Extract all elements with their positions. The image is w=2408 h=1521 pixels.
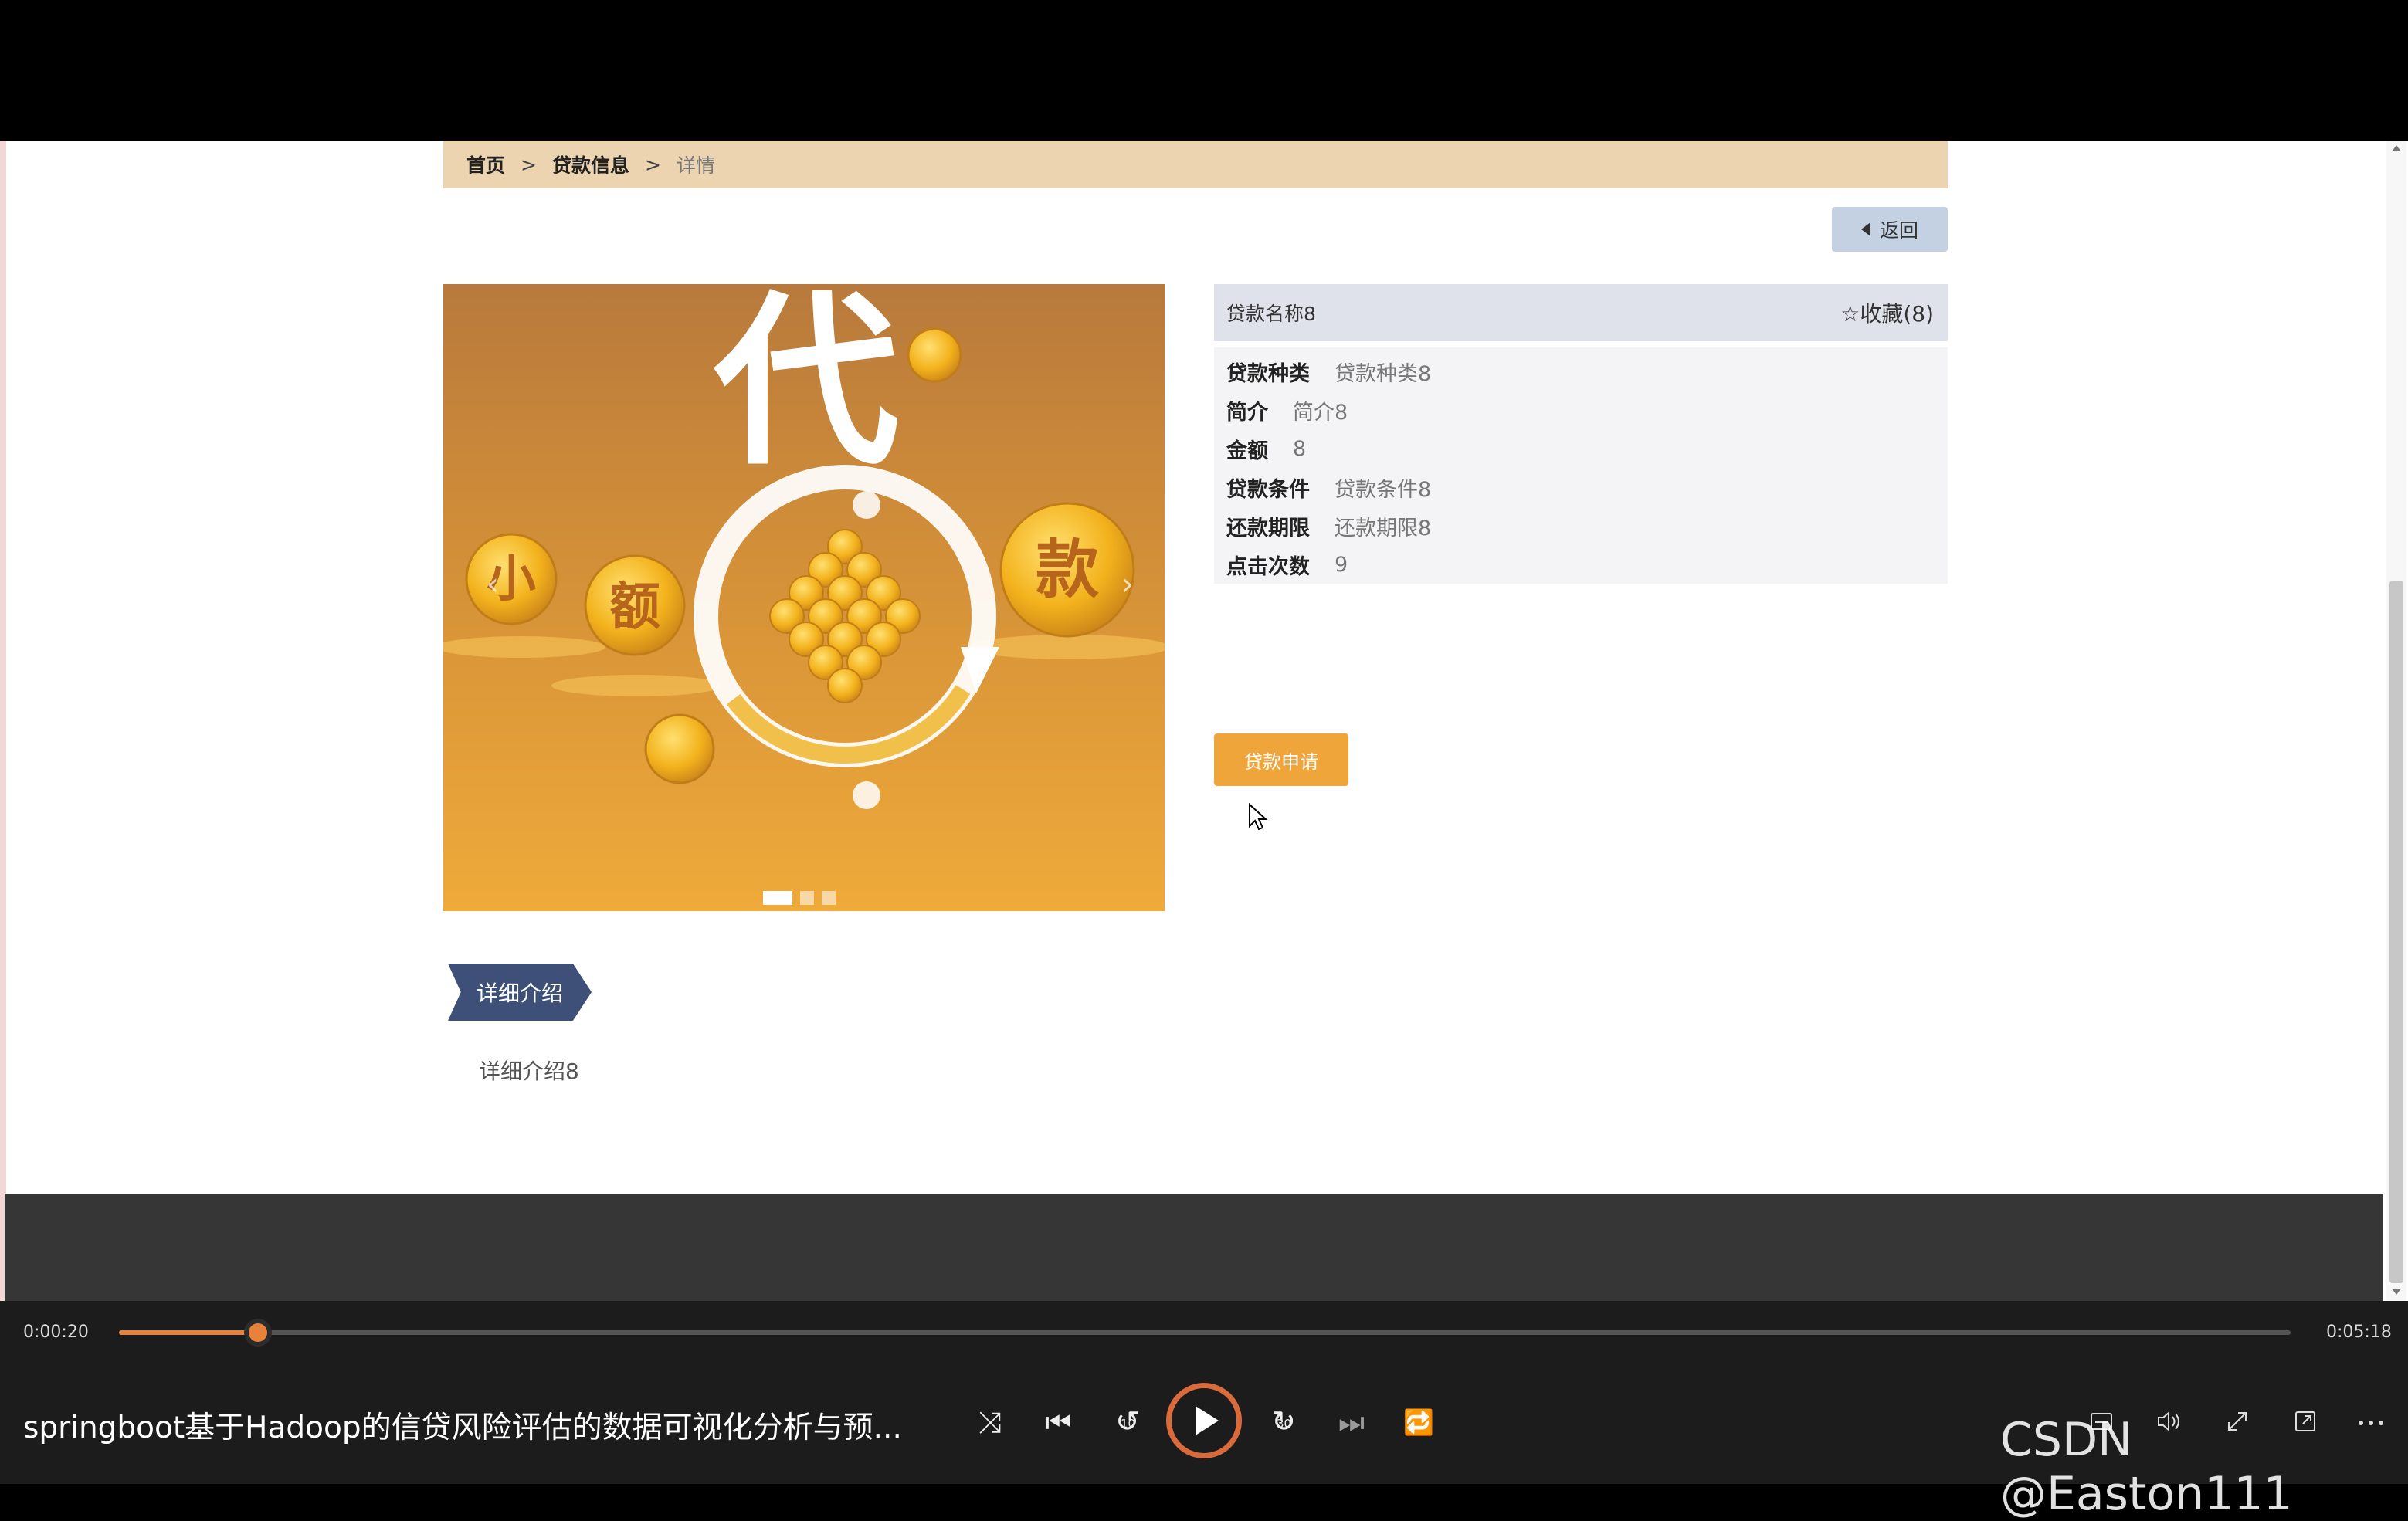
field-loan-type: 贷款种类 贷款种类8 <box>1214 352 1948 391</box>
caret-left-icon <box>1860 222 1870 236</box>
big-character: 代 <box>713 284 899 490</box>
loan-info-fields: 贷款种类 贷款种类8 简介 简介8 金额 8 贷款条件 贷款条件8 还款期限 还… <box>1214 347 1948 584</box>
carousel-next-arrow: › <box>1121 567 1134 602</box>
total-time: 0:05:18 <box>2326 1323 2392 1342</box>
carousel-dot-1[interactable] <box>763 891 792 905</box>
favorite-button[interactable]: ☆收藏(8) <box>1840 297 1934 328</box>
field-key: 还款期限 <box>1226 516 1310 540</box>
carousel-dot-3[interactable] <box>822 891 836 905</box>
forward-30-icon[interactable]: ↻ 30 <box>1267 1404 1301 1439</box>
coin-label-loan: 款 <box>1036 534 1099 607</box>
csdn-watermark: CSDN @Easton111 <box>2000 1413 2293 1521</box>
field-repayment-term: 还款期限 还款期限8 <box>1214 506 1948 545</box>
loan-info-panel: 贷款名称8 ☆收藏(8) 贷款种类 贷款种类8 简介 简介8 金额 8 贷款条件… <box>1214 284 1948 584</box>
field-conditions: 贷款条件 贷款条件8 <box>1214 468 1948 506</box>
next-track-icon[interactable]: ⏭ <box>1336 1405 1367 1439</box>
scroll-down-icon[interactable] <box>2392 1289 2401 1295</box>
field-value: 还款期限8 <box>1335 516 1432 540</box>
video-top-black-bar <box>0 0 2408 141</box>
carousel-dots <box>763 891 836 905</box>
back-button[interactable]: 返回 <box>1832 207 1948 252</box>
webpage-content: 首页 > 贷款信息 > 详情 返回 代 小 额 款 ‹ › 贷款名称8 ☆收藏(… <box>0 141 2408 1301</box>
page-footer <box>5 1194 2383 1301</box>
seek-bar-knob[interactable] <box>243 1319 272 1347</box>
product-image-carousel[interactable]: 代 小 额 款 ‹ › <box>443 284 1165 911</box>
field-value: 简介8 <box>1293 400 1348 425</box>
breadcrumb-current: 详情 <box>676 154 715 177</box>
field-value: 贷款条件8 <box>1335 477 1432 502</box>
video-title: springboot基于Hadoop的信贷风险评估的数据可视化分析与预... <box>23 1411 902 1445</box>
breadcrumb-loan-info[interactable]: 贷款信息 <box>552 151 629 178</box>
field-key: 点击次数 <box>1226 554 1310 579</box>
breadcrumb-home[interactable]: 首页 <box>466 151 505 178</box>
field-click-count: 点击次数 9 <box>1214 545 1948 584</box>
carousel-dot-2[interactable] <box>800 891 814 905</box>
field-key: 贷款种类 <box>1226 361 1310 386</box>
mouse-cursor-icon <box>1249 803 1268 831</box>
rewind-10-icon[interactable]: ↺ 10 <box>1111 1404 1145 1439</box>
coin-label-amount: 额 <box>609 577 660 636</box>
detail-text: 详细介绍8 <box>479 1059 579 1084</box>
detail-section-tag: 详细介绍 <box>448 964 592 1021</box>
seek-bar[interactable] <box>119 1319 2291 1347</box>
page-scrollbar[interactable] <box>2386 141 2406 1301</box>
field-amount: 金额 8 <box>1214 429 1948 468</box>
previous-track-icon[interactable]: ⏮ <box>1043 1405 1073 1439</box>
loan-promo-image: 代 小 额 款 ‹ › <box>443 284 1165 911</box>
star-outline-icon: ☆ <box>1840 301 1860 327</box>
breadcrumb-separator: > <box>521 153 537 176</box>
field-value: 贷款种类8 <box>1335 361 1432 386</box>
field-key: 金额 <box>1226 439 1268 463</box>
rewind-10-label: 10 <box>1121 1417 1136 1431</box>
back-button-label: 返回 <box>1879 219 1918 242</box>
current-time: 0:00:20 <box>23 1323 89 1342</box>
field-intro: 简介 简介8 <box>1214 391 1948 429</box>
loan-info-header: 贷款名称8 ☆收藏(8) <box>1214 284 1948 341</box>
play-button[interactable] <box>1166 1383 1242 1458</box>
repeat-icon[interactable]: 🔁 <box>1402 1407 1435 1438</box>
scroll-up-icon[interactable] <box>2392 145 2401 151</box>
carousel-prev-arrow: ‹ <box>487 567 499 602</box>
breadcrumb: 首页 > 贷款信息 > 详情 <box>443 141 1948 188</box>
field-value: 9 <box>1335 552 1348 577</box>
favorite-label: 收藏(8) <box>1860 301 1934 327</box>
apply-loan-button[interactable]: 贷款申请 <box>1214 733 1348 786</box>
page-left-edge <box>0 141 6 1301</box>
loan-name: 贷款名称8 <box>1226 303 1316 325</box>
forward-30-label: 30 <box>1277 1417 1292 1431</box>
field-value: 8 <box>1293 436 1307 461</box>
field-key: 简介 <box>1226 400 1268 425</box>
scrollbar-thumb[interactable] <box>2389 581 2403 1283</box>
breadcrumb-separator: > <box>644 153 661 176</box>
seek-bar-fill <box>119 1330 258 1335</box>
shuffle-icon[interactable]: ⤨ <box>975 1405 1006 1439</box>
field-key: 贷款条件 <box>1226 477 1310 502</box>
play-icon <box>1196 1406 1219 1435</box>
